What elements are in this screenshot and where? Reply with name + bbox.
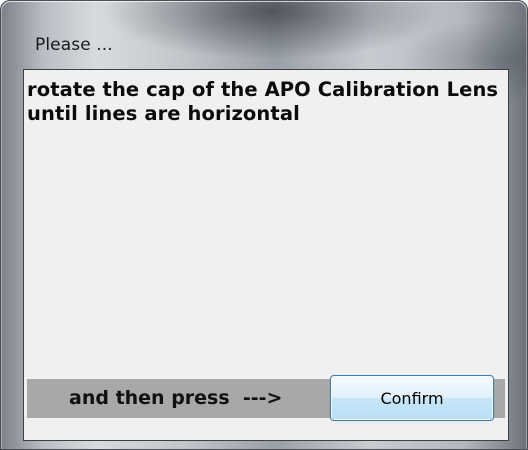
dialog-client-area: rotate the cap of the APO Calibration Le…	[23, 69, 509, 441]
press-instruction-label: and then press --->	[69, 387, 283, 409]
confirm-button[interactable]: Confirm	[330, 375, 494, 421]
title-bar[interactable]: Please ...	[1, 1, 527, 69]
instruction-message: rotate the cap of the APO Calibration Le…	[27, 78, 499, 125]
window-title: Please ...	[35, 35, 113, 55]
dialog-window: Please ... rotate the cap of the APO Cal…	[0, 0, 528, 450]
